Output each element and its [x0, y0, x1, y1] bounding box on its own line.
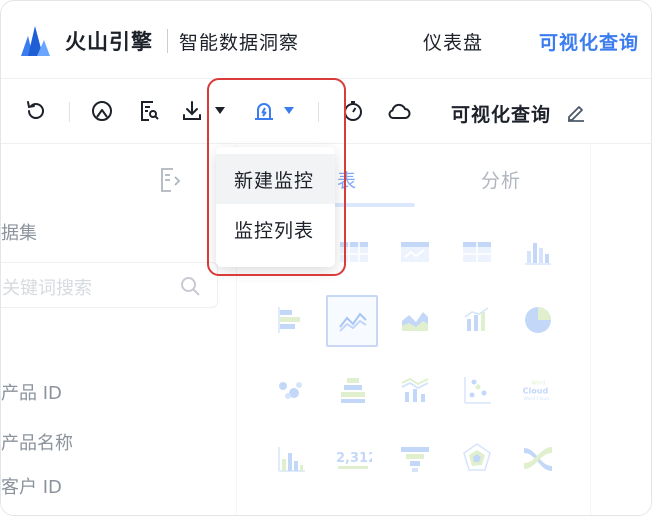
- edit-pencil-icon[interactable]: [565, 101, 587, 123]
- dataset-panel: 据集 关键词搜索 产品 ID 产品名称 客户 ID: [1, 145, 237, 515]
- table-chart-icon[interactable]: [337, 235, 371, 269]
- volcengine-logo-icon: [21, 26, 50, 56]
- monitor-alert-icon[interactable]: [251, 98, 277, 124]
- monitor-dropdown-caret-icon[interactable]: [284, 107, 294, 114]
- column-chart-icon[interactable]: [521, 235, 555, 269]
- refresh-icon[interactable]: [23, 98, 49, 124]
- menu-item-new-monitor[interactable]: 新建监控: [216, 154, 335, 204]
- report-search-icon[interactable]: [136, 98, 162, 124]
- toolbar: [1, 80, 651, 144]
- top-header: 火山引擎 智能数据洞察 仪表盘 可视化查询: [1, 1, 651, 79]
- field-item-customer-id[interactable]: 客户 ID: [1, 473, 62, 499]
- monitor-dropdown-menu: 新建监控 监控列表: [216, 147, 335, 267]
- field-item-product-id[interactable]: 产品 ID: [1, 379, 62, 405]
- menu-item-monitor-list[interactable]: 监控列表: [216, 204, 335, 254]
- line-chart-icon[interactable]: [336, 303, 370, 337]
- tab-analysis[interactable]: 分析: [481, 166, 521, 193]
- toolbar-divider: [69, 102, 70, 122]
- clock-timer-icon[interactable]: [340, 98, 366, 124]
- toolbar-divider: [318, 102, 319, 122]
- page-title: 可视化查询: [451, 104, 552, 126]
- download-icon[interactable]: [179, 98, 205, 124]
- field-item-product-name[interactable]: 产品名称: [1, 429, 73, 455]
- combo-chart-icon[interactable]: [460, 303, 494, 337]
- radar-chart-icon[interactable]: [460, 441, 494, 475]
- brand-name: 火山引擎: [65, 30, 153, 54]
- cross-table-chart-icon[interactable]: [460, 235, 494, 269]
- scatter-chart-icon[interactable]: [274, 373, 308, 407]
- search-placeholder: 关键词搜索: [2, 278, 92, 299]
- histogram-chart-icon[interactable]: [274, 441, 308, 475]
- download-dropdown-caret-icon[interactable]: [215, 107, 225, 114]
- pie-chart-icon[interactable]: [521, 303, 555, 337]
- bar-chart-icon[interactable]: [274, 303, 308, 337]
- field-search-input[interactable]: 关键词搜索: [1, 262, 218, 308]
- dataset-section-label: 据集: [1, 223, 37, 244]
- search-icon: [181, 277, 200, 296]
- sankey-chart-icon[interactable]: [521, 441, 555, 475]
- area-chart-icon[interactable]: [398, 303, 432, 337]
- location-icon[interactable]: [89, 98, 115, 124]
- tab-chart[interactable]: 表: [337, 166, 356, 193]
- svg-text:Word Cloud: Word Cloud: [523, 396, 549, 402]
- cloud-icon[interactable]: [386, 98, 412, 124]
- dot-chart-icon[interactable]: [460, 373, 494, 407]
- document-switch-icon[interactable]: [158, 167, 182, 193]
- stacked-bar-chart-icon[interactable]: [336, 373, 370, 407]
- right-side-panel: [590, 145, 651, 515]
- product-name: 智能数据洞察: [179, 32, 300, 54]
- brand-divider: [167, 29, 168, 53]
- word-cloud-chart-icon[interactable]: WordCloudWord Cloud: [519, 373, 553, 407]
- svg-text:Cloud: Cloud: [523, 387, 549, 396]
- svg-text:2,312: 2,312: [336, 451, 372, 466]
- nav-visual-query[interactable]: 可视化查询: [539, 28, 639, 55]
- line-table-chart-icon[interactable]: [398, 235, 432, 269]
- app-window: 火山引擎 智能数据洞察 仪表盘 可视化查询 可视化查询 据集 关键词搜索 产品 …: [0, 0, 652, 516]
- funnel-chart-icon[interactable]: [398, 441, 432, 475]
- nav-dashboard[interactable]: 仪表盘: [423, 28, 483, 55]
- mixed-line-bar-chart-icon[interactable]: [398, 373, 432, 407]
- kpi-number-chart-icon[interactable]: 2,312: [334, 441, 372, 475]
